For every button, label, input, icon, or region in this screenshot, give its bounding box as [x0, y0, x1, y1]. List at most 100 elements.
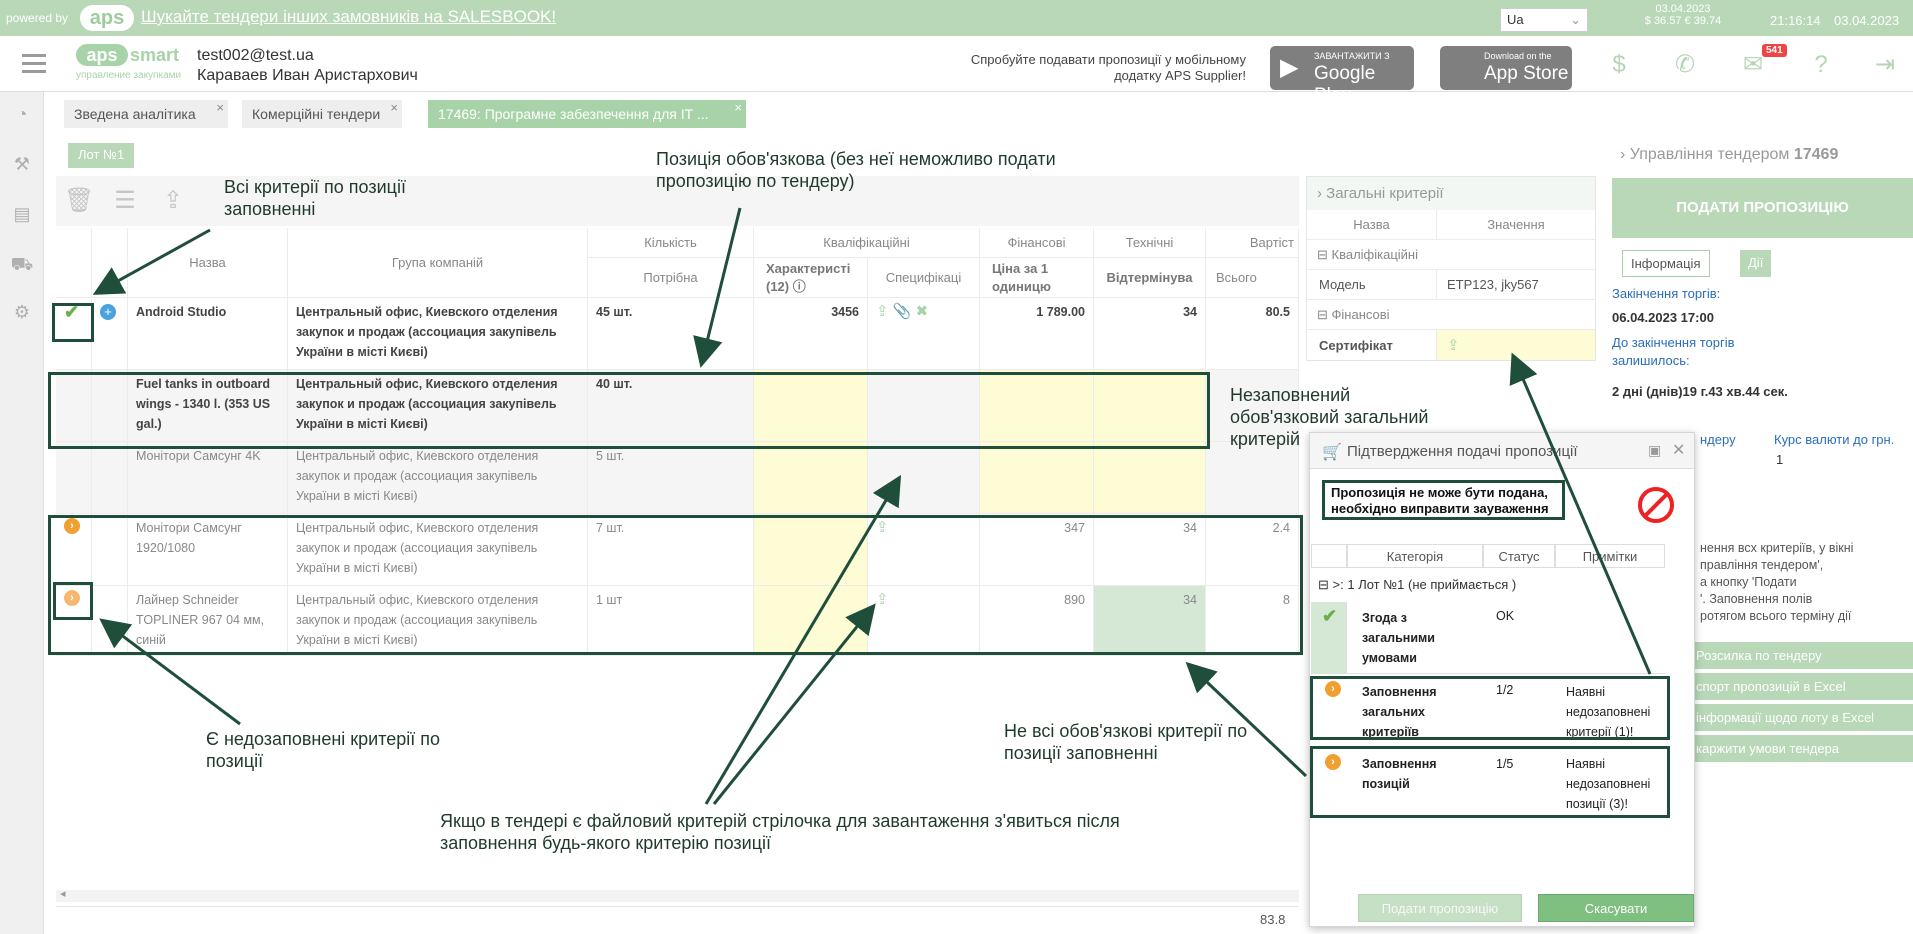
- chevron-down-icon: ⌄: [1570, 12, 1581, 27]
- header-price[interactable]: Ціна за 1 одиницю: [980, 258, 1094, 298]
- submit-proposal-button[interactable]: ПОДАТИ ПРОПОЗИЦІЮ: [1612, 178, 1913, 238]
- rates-values: $ 36.57 € 39.74: [1644, 15, 1722, 27]
- gc-section-qual[interactable]: ⊟ Кваліфікаційні: [1307, 247, 1428, 263]
- aps-smart-logo: aps: [76, 44, 128, 66]
- collapse-icon[interactable]: ⊟: [1318, 577, 1329, 592]
- document-icon[interactable]: ▤: [10, 204, 34, 228]
- tab-analytics[interactable]: Зведена аналітика ×: [64, 100, 228, 128]
- row-specs[interactable]: ⇪ 📎 ✖: [868, 298, 980, 370]
- clock-time: 21:16:14: [1770, 13, 1821, 28]
- phone-icon[interactable]: ✆: [1670, 50, 1700, 80]
- close-icon[interactable]: ×: [390, 100, 398, 115]
- app-store-button[interactable]: Download on the App Store: [1440, 46, 1572, 90]
- group-header-fin: Фінансові: [980, 228, 1094, 258]
- row-deferral[interactable]: [1094, 442, 1206, 514]
- tender-link-fragment[interactable]: ндеру: [1700, 432, 1736, 447]
- currency-label: Курс валюти до грн.: [1774, 432, 1895, 447]
- row-expand-cell: [92, 442, 128, 514]
- delete-icon[interactable]: ✖: [916, 303, 929, 320]
- header-specs[interactable]: Специфікаці: [868, 258, 980, 298]
- check-icon: ✔: [1322, 606, 1338, 626]
- annotation-box-partial-rows: [48, 515, 1303, 655]
- header-total[interactable]: Всього: [1206, 258, 1299, 298]
- google-play-button[interactable]: ▶ ЗАВАНТАЖИТИ З Google Play: [1270, 46, 1414, 106]
- settings-icon[interactable]: ⚙: [10, 302, 34, 326]
- tab-label: Зведена аналітика: [74, 106, 196, 122]
- row-name: Монітори Самсунг 4K: [128, 442, 288, 514]
- lot-button[interactable]: Лот №1: [68, 143, 135, 168]
- apple-icon: [1450, 54, 1478, 82]
- download-terms-button[interactable]: каржити умови тендера: [1660, 735, 1913, 762]
- close-icon[interactable]: ✕: [1672, 440, 1685, 460]
- attachment-icon[interactable]: 📎: [893, 303, 912, 320]
- tab-info[interactable]: Інформація: [1622, 250, 1710, 277]
- header-required[interactable]: Потрібна: [588, 258, 754, 298]
- upload-icon[interactable]: ⇪: [1447, 336, 1460, 354]
- chevron-right-icon[interactable]: ›: [1620, 146, 1625, 163]
- truck-icon[interactable]: ⛟: [10, 254, 34, 278]
- header-characteristics[interactable]: Характеристі (12) ⓘ: [754, 258, 868, 298]
- help-icon[interactable]: ?: [1806, 50, 1836, 80]
- tab-actions[interactable]: Дії: [1740, 250, 1772, 277]
- gc-section-fin[interactable]: ⊟ Фінансові: [1307, 307, 1400, 323]
- row-qty: 45 шт.: [588, 298, 754, 370]
- end-value: 06.04.2023 17:00: [1612, 310, 1714, 325]
- row-specs[interactable]: [868, 442, 980, 514]
- gc-cert-value[interactable]: ⇪: [1437, 330, 1595, 360]
- dollar-icon[interactable]: $: [1604, 50, 1634, 80]
- gp-big-label: Google Play: [1314, 63, 1376, 106]
- mail-count-badge: 541: [1762, 44, 1787, 57]
- analytics-icon[interactable]: ◔: [10, 104, 34, 128]
- dialog-error-message: Пропозиція не може бути подана, необхідн…: [1322, 480, 1565, 520]
- row-price[interactable]: [980, 442, 1094, 514]
- salesbook-link[interactable]: Шукайте тендери інших замовників на SALE…: [141, 7, 556, 27]
- header-name[interactable]: Назва: [128, 228, 288, 298]
- mailing-button[interactable]: Розсилка по тендеру: [1660, 642, 1913, 669]
- clock-date: 03.04.2023: [1834, 13, 1900, 28]
- dialog-col-status: Статус: [1483, 544, 1555, 568]
- annotation-all-filled: Всі критерії по позиції заповненні: [224, 177, 406, 219]
- horizontal-scrollbar[interactable]: ◂: [56, 887, 1299, 902]
- plus-icon[interactable]: +: [100, 304, 116, 320]
- row-characteristic[interactable]: [754, 442, 868, 514]
- upload-icon[interactable]: ⇪: [876, 303, 889, 320]
- auction-icon[interactable]: ⚒: [10, 154, 34, 178]
- language-select[interactable]: Ua ⌄: [1500, 8, 1588, 32]
- close-icon[interactable]: ×: [734, 100, 742, 115]
- menu-icon[interactable]: [22, 54, 46, 74]
- chevron-right-icon[interactable]: ›: [1317, 185, 1322, 202]
- remaining-label: До закінчення торгів залишилось:: [1612, 335, 1735, 368]
- row-deferral[interactable]: 34: [1094, 298, 1206, 370]
- trash-icon[interactable]: 🗑: [64, 186, 94, 216]
- row-characteristic[interactable]: 3456: [754, 298, 868, 370]
- google-play-icon: ▶: [1280, 54, 1299, 81]
- annotation-box-general-criteria: [1310, 676, 1670, 740]
- as-big-label: App Store: [1484, 63, 1569, 84]
- group-header-tech: Технічні: [1094, 228, 1206, 258]
- header-deferral[interactable]: Відтермінува: [1094, 258, 1206, 298]
- close-icon[interactable]: ×: [216, 100, 224, 115]
- dialog-submit-button[interactable]: Подати пропозицію: [1358, 894, 1522, 922]
- language-value: Ua: [1507, 12, 1524, 27]
- scroll-left-icon[interactable]: ◂: [60, 887, 66, 900]
- dialog-cancel-button[interactable]: Скасувати: [1538, 894, 1694, 922]
- outdent-icon[interactable]: ☰: [110, 186, 140, 216]
- tab-tender-17469[interactable]: 17469: Програмне забезпечення для IT ...…: [428, 100, 746, 128]
- upload-icon[interactable]: ⇪: [158, 186, 188, 216]
- lot-info-excel-button[interactable]: інформації щодо лоту в Excel: [1660, 704, 1913, 731]
- row-company: Центральный офис, Киевского отделения за…: [288, 442, 588, 514]
- dialog-group-row[interactable]: ⊟ >: 1 Лот №1 (не приймається ): [1318, 577, 1516, 593]
- info-icon: ⓘ: [792, 279, 806, 294]
- gc-model-value[interactable]: ETP123, jky567: [1437, 270, 1595, 299]
- dialog-row-status: OK: [1496, 609, 1515, 623]
- gc-col-value: Значення: [1487, 217, 1545, 232]
- header-status: [56, 228, 92, 298]
- tab-commercial[interactable]: Комерційні тендери ×: [242, 100, 402, 128]
- row-name: Android Studio: [128, 298, 288, 370]
- export-excel-button[interactable]: спорт пропозицій в Excel: [1660, 673, 1913, 700]
- maximize-icon[interactable]: ▣: [1648, 442, 1661, 459]
- header-company[interactable]: Група компаній: [288, 228, 588, 298]
- aps-logo: aps: [80, 5, 134, 31]
- logout-icon[interactable]: ⇥: [1870, 50, 1900, 80]
- row-price[interactable]: 1 789.00: [980, 298, 1094, 370]
